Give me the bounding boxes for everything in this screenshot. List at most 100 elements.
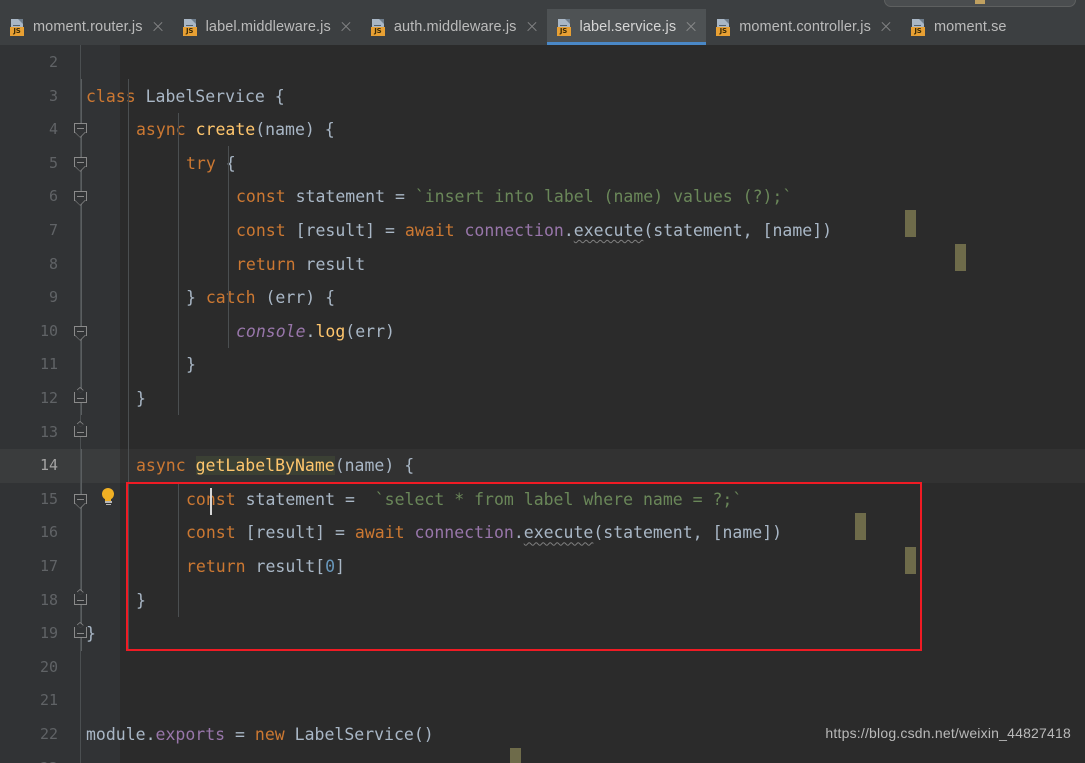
code-token: } — [186, 288, 206, 308]
code-line[interactable]: 3 class LabelService { — [0, 80, 1085, 114]
code-line[interactable]: 10 console.log(err) — [0, 315, 1085, 349]
code-token: (name) { — [334, 456, 415, 476]
text-caret — [210, 488, 212, 515]
editor-tab-label-service-js[interactable]: JS label.service.js — [546, 9, 707, 45]
line-number: 12 — [39, 389, 58, 407]
code-text[interactable]: } catch (err) { — [186, 281, 335, 315]
line-number: 17 — [39, 557, 58, 575]
code-text[interactable]: class LabelService { — [86, 80, 285, 114]
code-token: } — [136, 389, 146, 408]
code-line[interactable]: 11} — [0, 348, 1085, 382]
editor-tab-label: moment.router.js — [33, 19, 143, 35]
code-token: getLabelByName — [195, 456, 335, 476]
lightbulb-icon[interactable] — [100, 488, 116, 507]
code-line[interactable]: 2 — [0, 46, 1085, 80]
line-number: 22 — [39, 725, 58, 743]
code-token: new — [254, 725, 285, 744]
code-token: const — [186, 523, 236, 543]
code-text[interactable]: } — [136, 382, 146, 416]
js-file-icon: JS — [910, 18, 927, 36]
fold-marker-collapse[interactable] — [74, 326, 89, 341]
editor-tab-label: auth.middleware.js — [393, 19, 517, 35]
code-token: [result] = — [285, 221, 405, 240]
editor-tab-label: label.service.js — [579, 19, 677, 35]
code-line[interactable]: 21 — [0, 684, 1085, 718]
code-token: statement = — [235, 489, 375, 509]
code-token: [result] = — [235, 523, 355, 543]
code-text[interactable]: const [result] = await connection.execut… — [186, 516, 782, 550]
editor-tab-moment-se[interactable]: JS moment.se — [901, 9, 1016, 45]
trailing-whitespace-marker — [955, 244, 966, 271]
tab-close-icon[interactable] — [685, 21, 697, 33]
watermark-url: https://blog.csdn.net/weixin_44827418 — [825, 725, 1071, 741]
trailing-whitespace-marker — [855, 513, 866, 540]
code-token: return — [236, 254, 296, 274]
editor-tab-label: label.middleware.js — [205, 19, 331, 35]
fold-marker-collapse[interactable] — [74, 191, 89, 206]
editor-tab-label: moment.se — [933, 19, 1007, 35]
line-number: 18 — [39, 590, 58, 609]
tab-close-icon[interactable] — [880, 21, 892, 33]
code-text[interactable]: } — [186, 348, 196, 382]
fold-marker-end[interactable] — [74, 622, 89, 638]
fold-marker-collapse[interactable] — [74, 123, 89, 138]
code-token: (statement, [name]) — [643, 221, 833, 240]
code-line[interactable]: 4 async create(name) { — [0, 113, 1085, 147]
code-text[interactable]: return result — [236, 248, 365, 282]
editor-tab-moment-controller-js[interactable]: JS moment.controller.js — [706, 9, 901, 45]
code-line[interactable]: 17 return result[0] — [0, 550, 1085, 584]
code-line[interactable]: 5 try { — [0, 147, 1085, 181]
code-line[interactable]: 13 — [0, 416, 1085, 450]
code-line[interactable]: 18} — [0, 584, 1085, 618]
tab-close-icon[interactable] — [526, 21, 538, 33]
code-token: connection — [464, 221, 564, 240]
code-token: . — [563, 221, 574, 240]
line-number: 19 — [39, 624, 58, 643]
code-line[interactable]: 7 const [result] = await connection.execu… — [0, 214, 1085, 248]
code-line[interactable]: 20 — [0, 651, 1085, 685]
code-text[interactable]: return result[0] — [186, 550, 345, 584]
fold-marker-end[interactable] — [74, 387, 89, 403]
code-line[interactable]: 12} — [0, 382, 1085, 416]
code-text[interactable]: async getLabelByName(name) { — [136, 449, 414, 483]
code-token: LabelService — [294, 725, 414, 744]
code-line[interactable]: 8 return result — [0, 248, 1085, 282]
code-line[interactable]: 16 const [result] = await connection.exec… — [0, 516, 1085, 550]
editor-tab-label-middleware-js[interactable]: JS label.middleware.js — [173, 9, 361, 45]
fold-marker-end[interactable] — [74, 589, 89, 605]
fold-marker-collapse[interactable] — [74, 494, 89, 509]
code-text[interactable]: module.exports = new LabelService() — [86, 718, 434, 752]
code-line[interactable]: 23 — [0, 752, 1085, 763]
code-token: execute — [523, 523, 594, 543]
editor-tab-bar[interactable]: JS moment.router.js JS label.middleware.js J… — [0, 9, 1085, 45]
fold-marker-end[interactable] — [74, 421, 89, 437]
code-token: 0 — [325, 557, 336, 576]
editor-tab-auth-middleware-js[interactable]: JS auth.middleware.js — [361, 9, 547, 45]
tab-close-icon[interactable] — [340, 21, 352, 33]
code-text[interactable]: const [result] = await connection.execut… — [236, 214, 832, 248]
code-text[interactable]: console.log(err) — [236, 315, 395, 349]
code-line[interactable]: 19} — [0, 617, 1085, 651]
line-number: 14 — [39, 456, 58, 475]
code-token: . — [513, 523, 524, 543]
code-token: (name) { — [255, 120, 335, 140]
indent-guide — [128, 79, 129, 449]
code-line[interactable]: 6 const statement = `insert into label (n… — [0, 180, 1085, 214]
js-badge: JS — [370, 26, 385, 36]
code-line[interactable]: 14 async getLabelByName(name) { — [0, 449, 1085, 483]
code-token: const — [236, 221, 286, 240]
fold-marker-collapse[interactable] — [74, 157, 89, 172]
code-line[interactable]: 15 const statement = `select * from label… — [0, 483, 1085, 517]
code-editor[interactable]: 2 3 class LabelService {4 async create(name… — [0, 45, 1085, 763]
code-text[interactable]: const statement = `insert into label (na… — [236, 180, 792, 214]
code-token: try — [186, 153, 216, 173]
editor-tab-moment-router-js[interactable]: JS moment.router.js — [0, 9, 173, 45]
code-text[interactable]: async create(name) { — [136, 113, 335, 147]
code-text[interactable]: const statement = `select * from label w… — [186, 483, 742, 517]
tab-close-icon[interactable] — [152, 21, 164, 33]
code-token: await — [354, 523, 405, 543]
code-line[interactable]: 9} catch (err) { — [0, 281, 1085, 315]
code-text[interactable]: } — [136, 584, 146, 618]
